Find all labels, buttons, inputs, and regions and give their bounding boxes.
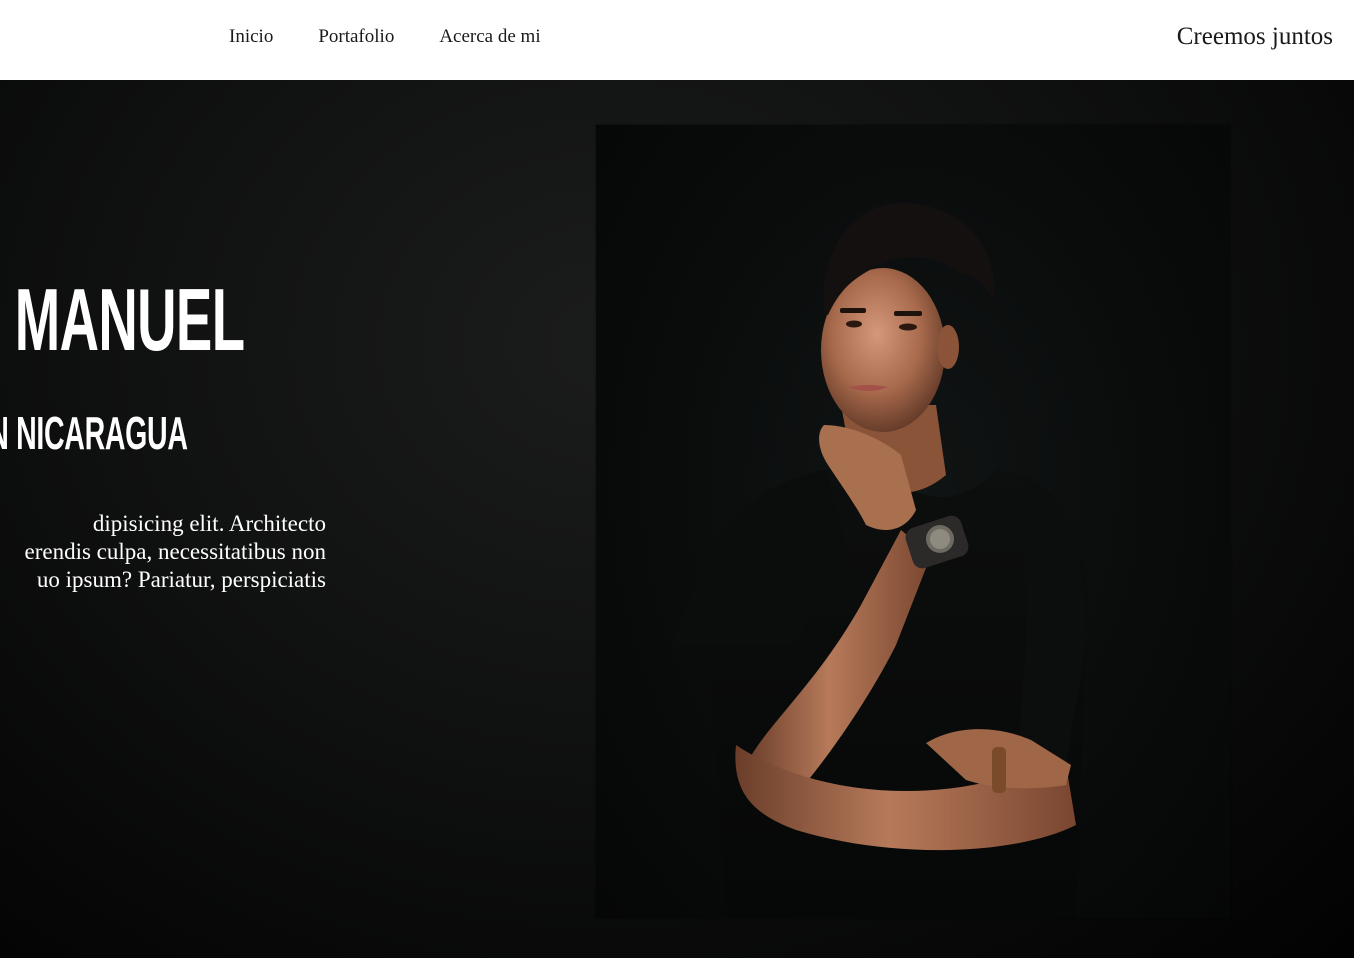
hero-section: N MANUEL N NICARAGUA dipisicing elit. Ar… [0,80,1354,958]
hero-description: dipisicing elit. Architecto erendis culp… [0,510,326,594]
hero-description-line: dipisicing elit. Architecto [92,511,326,536]
hero-name-heading: N MANUEL [0,270,245,369]
portrait-illustration [671,202,1088,918]
creemos-juntos-link[interactable]: Creemos juntos [1177,22,1333,52]
nav-link-inicio[interactable]: Inicio [229,26,273,48]
hero-location-heading: N NICARAGUA [0,407,188,459]
nav-link-portafolio[interactable]: Portafolio [318,26,394,48]
top-navbar: Inicio Portafolio Acerca de mi Creemos j… [0,0,1354,80]
hero-description-line: erendis culpa, necessitatibus non [24,539,326,564]
nav-link-acerca-de-mi[interactable]: Acerca de mi [439,26,540,48]
main-nav: Inicio Portafolio Acerca de mi [229,26,586,48]
hero-description-line: uo ipsum? Pariatur, perspiciatis [36,567,326,592]
portrait-photo [596,125,1230,918]
